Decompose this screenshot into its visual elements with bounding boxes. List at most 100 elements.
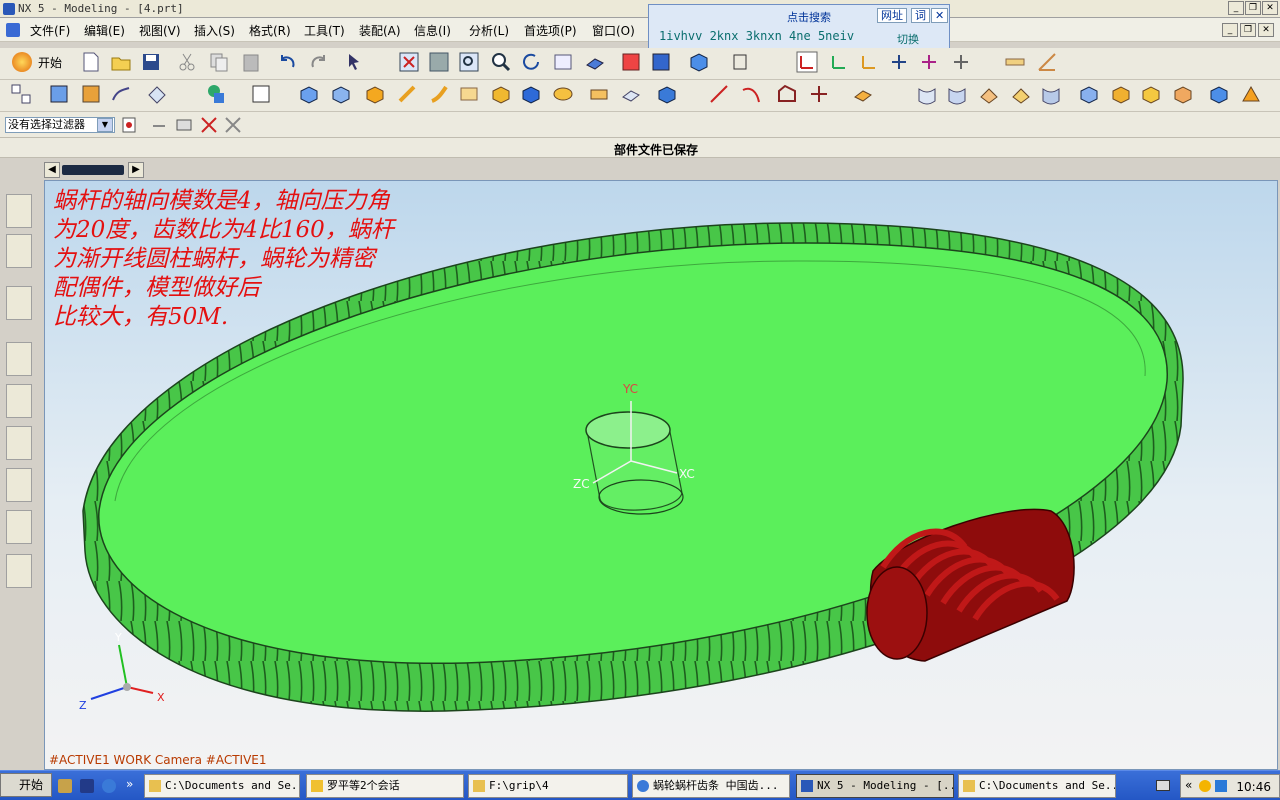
menu-format[interactable]: 格式(R) — [249, 22, 291, 39]
draft-icon[interactable] — [1172, 83, 1194, 105]
split-icon[interactable] — [1240, 83, 1262, 105]
deselect-icon[interactable] — [150, 114, 172, 136]
word-button[interactable]: 词 — [911, 8, 930, 23]
quick-pick-icon[interactable] — [174, 114, 196, 136]
wcs-save-icon[interactable] — [950, 51, 972, 73]
extrude-icon[interactable] — [298, 83, 320, 105]
menu-edit[interactable]: 编辑(E) — [84, 22, 125, 39]
through-curves-icon[interactable] — [1010, 83, 1032, 105]
select-icon[interactable] — [344, 51, 366, 73]
filter-options-icon[interactable] — [120, 114, 142, 136]
line-icon[interactable] — [708, 83, 730, 105]
menu-info[interactable]: 信息(I) — [414, 22, 451, 39]
graphics-window[interactable]: YC XC ZC Y X Z 蜗杆的轴向模数是4，轴向压力角 为20度，齿数比为… — [44, 180, 1278, 770]
search-links[interactable]: 1ivhvv 2knx 3knxn 4ne 5neiv — [659, 29, 854, 43]
groove-icon[interactable] — [656, 83, 678, 105]
task-chat[interactable]: 罗平等2个会话 — [306, 774, 464, 798]
rotate-icon[interactable] — [520, 51, 542, 73]
quicklaunch-icon-1[interactable] — [58, 779, 72, 793]
wcs-rotate-icon[interactable] — [888, 51, 910, 73]
open-icon[interactable] — [110, 51, 132, 73]
revolve-icon[interactable] — [330, 83, 352, 105]
doc-minimize-icon[interactable]: _ — [1222, 23, 1238, 37]
constraint-navigator-icon[interactable] — [6, 234, 32, 268]
palette-icon[interactable] — [6, 426, 32, 460]
sketch-icon[interactable] — [110, 83, 132, 105]
mesh-icon[interactable] — [946, 83, 968, 105]
snap-point-icon[interactable] — [222, 114, 244, 136]
wcs-origin-icon[interactable] — [858, 51, 880, 73]
chamfer-icon[interactable] — [1110, 83, 1132, 105]
layer-settings-icon[interactable] — [650, 51, 672, 73]
copy-icon[interactable] — [208, 51, 230, 73]
profile-icon[interactable] — [776, 83, 798, 105]
boss-icon[interactable] — [520, 83, 542, 105]
web-browser-icon[interactable] — [6, 468, 32, 502]
datum-icon[interactable] — [146, 83, 168, 105]
blend-icon[interactable] — [1078, 83, 1100, 105]
sweep-icon[interactable] — [978, 83, 1000, 105]
surface-icon[interactable] — [916, 83, 938, 105]
cut-icon[interactable] — [176, 51, 198, 73]
cone-icon[interactable] — [428, 83, 450, 105]
menu-analysis[interactable]: 分析(L) — [469, 22, 509, 39]
zoom-area-icon[interactable] — [428, 51, 450, 73]
assembly-navigator-icon[interactable] — [6, 194, 32, 228]
minimize-icon[interactable]: _ — [1228, 1, 1244, 15]
doc-close-icon[interactable]: ✕ — [1258, 23, 1274, 37]
cylinder-icon[interactable] — [396, 83, 418, 105]
scroll-right-icon[interactable]: ▶ — [128, 162, 144, 178]
wcs-display-icon[interactable] — [918, 51, 940, 73]
close-icon[interactable]: ✕ — [1262, 1, 1278, 15]
tray-qq-icon[interactable] — [1199, 780, 1211, 792]
save-icon[interactable] — [140, 51, 162, 73]
block-icon[interactable] — [364, 83, 386, 105]
new-icon[interactable] — [80, 51, 102, 73]
angle-icon[interactable] — [1036, 51, 1058, 73]
assembly-nav-icon[interactable] — [10, 83, 32, 105]
pad-icon[interactable] — [588, 83, 610, 105]
slot-icon[interactable] — [620, 83, 642, 105]
popup-close-button[interactable]: ✕ — [931, 8, 949, 23]
menu-file[interactable]: 文件(F) — [30, 22, 70, 39]
quicklaunch-icon-3[interactable] — [102, 779, 116, 793]
menu-insert[interactable]: 插入(S) — [194, 22, 235, 39]
pan-icon[interactable] — [552, 51, 574, 73]
part-navigator-icon[interactable] — [6, 286, 32, 320]
task-browser[interactable]: 蜗轮蜗杆齿条 中国齿... — [632, 774, 790, 798]
fit-icon[interactable] — [398, 51, 420, 73]
redo-icon[interactable] — [308, 51, 330, 73]
offset-surface-icon[interactable] — [1040, 83, 1062, 105]
menu-tools[interactable]: 工具(T) — [304, 22, 345, 39]
task-documents-2[interactable]: C:\Documents and Se... — [958, 774, 1116, 798]
keyboard-icon[interactable] — [1156, 780, 1170, 791]
start-menu-button[interactable]: 开始 — [0, 773, 52, 797]
roles-icon[interactable] — [6, 510, 32, 544]
zoom-box-icon[interactable] — [458, 51, 480, 73]
start-button[interactable]: 开始 — [38, 54, 62, 71]
menu-window[interactable]: 窗口(O) — [592, 22, 635, 39]
wcs-icon[interactable] — [796, 51, 818, 73]
chevron-down-icon[interactable]: ▼ — [97, 118, 113, 132]
search-popup-title[interactable]: 点击搜索 — [787, 9, 831, 25]
scroll-thumb[interactable] — [62, 165, 124, 175]
shell-icon[interactable] — [1140, 83, 1162, 105]
trim-icon[interactable] — [1208, 83, 1230, 105]
restore-icon[interactable]: ❐ — [1245, 1, 1261, 15]
tray-volume-icon[interactable] — [1215, 780, 1227, 792]
switch-button[interactable]: 切换 — [897, 31, 919, 47]
part-nav-icon[interactable] — [80, 83, 102, 105]
shape-icon[interactable] — [206, 83, 228, 105]
undo-icon[interactable] — [276, 51, 298, 73]
system-scene-icon[interactable] — [6, 554, 32, 588]
doc-restore-icon[interactable]: ❐ — [1240, 23, 1256, 37]
snap-icon[interactable] — [198, 114, 220, 136]
shaded-icon[interactable] — [688, 51, 710, 73]
wireframe-icon[interactable] — [730, 51, 752, 73]
task-documents-1[interactable]: C:\Documents and Se... — [144, 774, 300, 798]
book-icon[interactable] — [48, 83, 70, 105]
view-icon[interactable] — [584, 51, 606, 73]
measure-icon[interactable] — [1004, 51, 1026, 73]
zoom-icon[interactable] — [490, 51, 512, 73]
menu-view[interactable]: 视图(V) — [139, 22, 181, 39]
